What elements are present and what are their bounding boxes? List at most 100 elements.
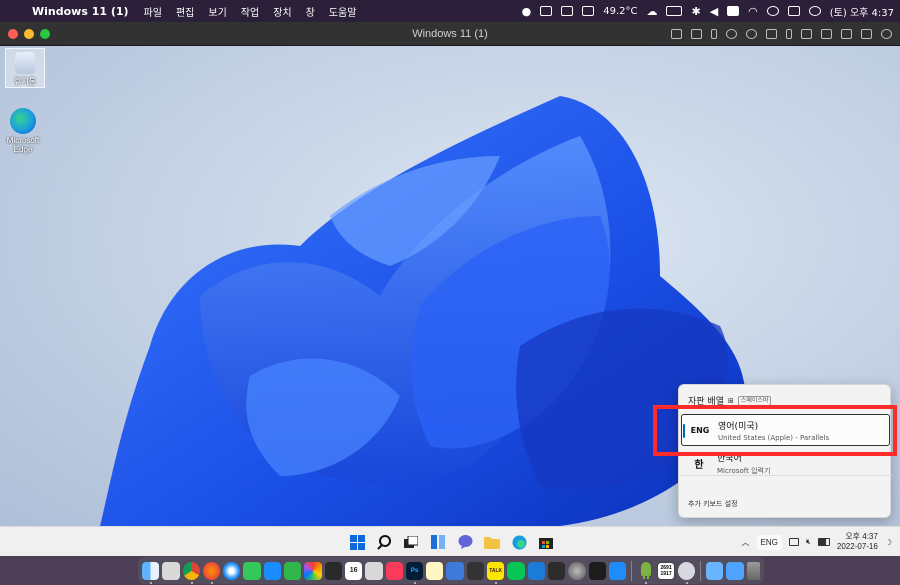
notification-icon[interactable]: ☽ xyxy=(885,538,892,547)
android-icon[interactable] xyxy=(637,561,654,584)
photos-icon[interactable] xyxy=(304,561,322,580)
temperature-readout[interactable]: 49.2°C xyxy=(603,6,637,17)
cloud-icon[interactable]: ☁ xyxy=(646,6,657,17)
widgets-button[interactable] xyxy=(428,532,448,552)
more-keyboard-settings-link[interactable]: 추가 키보드 설정 xyxy=(688,499,738,509)
search-icon[interactable] xyxy=(766,6,779,16)
store-button[interactable] xyxy=(536,532,556,552)
firefox-icon[interactable] xyxy=(202,561,221,584)
calendar-day: 16 xyxy=(349,567,358,574)
search-button[interactable] xyxy=(374,532,394,552)
windows-taskbar: ︿ ENG 🔇︎ 오후 4:37 2022-07-16 ☽ xyxy=(0,526,900,556)
finder-icon[interactable] xyxy=(142,561,160,584)
store-icon xyxy=(539,538,553,549)
launchpad-icon[interactable] xyxy=(162,561,180,580)
microphone-icon[interactable] xyxy=(786,29,792,39)
photoshop-icon[interactable]: Ps xyxy=(405,561,424,584)
taskbar-apps xyxy=(347,531,556,553)
recycle-bin-shortcut[interactable]: 휴지통 xyxy=(5,48,45,88)
window-controls xyxy=(8,28,50,39)
screenshots-folder-icon[interactable] xyxy=(726,561,744,580)
kakaotalk-icon[interactable]: TALK xyxy=(487,561,505,584)
numbers-icon[interactable] xyxy=(527,561,545,580)
file-explorer-button[interactable] xyxy=(482,532,502,552)
calendar-icon[interactable]: 16 xyxy=(344,561,363,580)
music-icon[interactable] xyxy=(385,561,403,580)
taskbar-date: 2022-07-16 xyxy=(836,542,878,551)
display-icon[interactable] xyxy=(788,538,799,546)
chrome-icon[interactable] xyxy=(182,561,200,584)
app-menu-name[interactable]: Windows 11 (1) xyxy=(32,5,129,18)
teams-chat-button[interactable] xyxy=(455,532,475,552)
menu-window[interactable]: 창 xyxy=(306,4,315,19)
chat-bubble-icon[interactable]: ● xyxy=(522,6,532,17)
taskbar-clock[interactable]: 오후 4:37 2022-07-16 xyxy=(837,532,878,552)
camera-icon[interactable] xyxy=(821,29,832,39)
network-icon[interactable] xyxy=(746,29,757,39)
shield-icon[interactable] xyxy=(561,6,574,16)
clipboard-icon[interactable] xyxy=(540,6,553,16)
control-center-icon[interactable] xyxy=(787,6,800,16)
edge-shortcut[interactable]: Microsoft Edge xyxy=(3,108,43,154)
mac-menubar: Windows 11 (1) 파일 편집 보기 작업 장치 창 도움말 ● 49… xyxy=(0,0,900,22)
menubar-clock[interactable]: (토) 오후 4:37 xyxy=(830,4,894,19)
start-button[interactable] xyxy=(347,532,367,552)
usb-icon[interactable] xyxy=(711,29,717,39)
taskbar-time: 오후 4:37 xyxy=(845,532,878,541)
share-icon[interactable] xyxy=(861,29,872,39)
edge-label: Microsoft Edge xyxy=(6,136,40,154)
cd-icon[interactable] xyxy=(726,29,737,39)
printer-icon[interactable] xyxy=(801,29,812,39)
terminal-icon[interactable] xyxy=(547,561,566,580)
close-button[interactable] xyxy=(8,28,18,39)
battery-icon[interactable] xyxy=(666,6,683,16)
menu-help[interactable]: 도움말 xyxy=(329,4,357,19)
menu-view[interactable]: 보기 xyxy=(208,4,226,19)
menu-devices[interactable]: 장치 xyxy=(273,4,291,19)
minimize-button[interactable] xyxy=(24,28,34,39)
activity-monitor-icon[interactable] xyxy=(588,561,606,580)
chevron-up-icon[interactable]: ︿ xyxy=(742,537,750,548)
sensor-icon[interactable] xyxy=(582,6,595,16)
zoom-button[interactable] xyxy=(40,28,50,39)
system-preferences-icon[interactable] xyxy=(568,561,586,580)
keyboard-icon[interactable] xyxy=(671,29,682,39)
safari-icon[interactable] xyxy=(223,561,241,580)
sound-icon[interactable] xyxy=(766,29,777,39)
edge-taskbar-button[interactable] xyxy=(509,532,529,552)
input-indicator[interactable]: ENG xyxy=(756,534,782,550)
language-keyboard: Microsoft 입력기 xyxy=(717,466,771,475)
calculator-icon[interactable] xyxy=(466,561,485,580)
edge-icon xyxy=(512,535,526,549)
podcasts-icon[interactable] xyxy=(324,561,342,580)
task-view-button[interactable] xyxy=(401,532,421,552)
keynote-icon[interactable] xyxy=(446,561,464,580)
trash-icon[interactable] xyxy=(746,561,761,580)
stats-bottom: 1917 xyxy=(660,570,672,577)
menu-file[interactable]: 파일 xyxy=(144,4,162,19)
downloads-folder-icon[interactable] xyxy=(706,561,724,580)
bluetooth-icon[interactable]: ✱ xyxy=(691,6,700,17)
menu-actions[interactable]: 작업 xyxy=(241,4,259,19)
cpu-icon[interactable] xyxy=(691,29,702,39)
wifi-icon[interactable]: ◠ xyxy=(748,6,758,17)
volume-icon[interactable]: 🔇︎ xyxy=(806,537,811,547)
chat-icon xyxy=(458,535,472,549)
gear-icon[interactable] xyxy=(881,29,892,39)
parallels-icon[interactable] xyxy=(677,561,696,584)
app-store-icon[interactable] xyxy=(608,561,627,580)
dock-separator xyxy=(631,560,633,581)
menu-edit[interactable]: 편집 xyxy=(176,4,194,19)
siri-icon[interactable] xyxy=(808,6,821,16)
battery-icon[interactable] xyxy=(817,538,830,546)
line-icon[interactable] xyxy=(507,561,525,580)
notes-icon[interactable] xyxy=(426,561,444,580)
messages-icon[interactable] xyxy=(243,561,261,580)
picture-icon[interactable] xyxy=(841,29,852,39)
facetime-icon[interactable] xyxy=(284,561,302,580)
notes-app-icon[interactable] xyxy=(365,561,383,580)
stats-widget[interactable]: 2691 1917 xyxy=(657,561,675,580)
input-source-icon[interactable] xyxy=(727,6,740,16)
mail-icon[interactable] xyxy=(263,561,282,580)
speaker-icon[interactable]: ◀ xyxy=(710,6,718,17)
